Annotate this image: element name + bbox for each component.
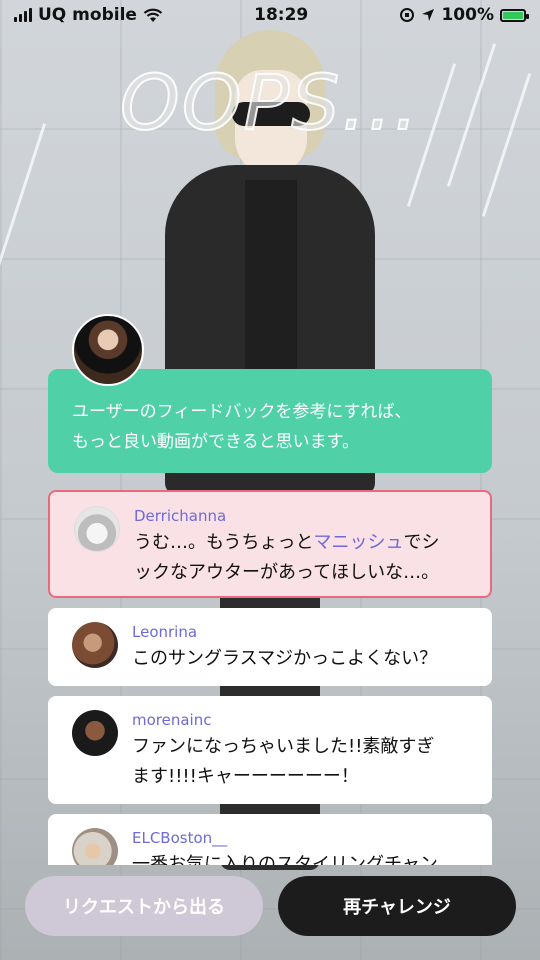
clock: 18:29 bbox=[254, 5, 309, 25]
user-avatar bbox=[74, 506, 120, 552]
comment-item: Leonrina このサングラスマジかっこよくない？ bbox=[48, 608, 492, 686]
comment-username: ELCBoston__ bbox=[132, 829, 228, 847]
location-icon bbox=[422, 9, 435, 21]
status-bar: UQ mobile 18:29 100% bbox=[0, 0, 540, 30]
comment-username: Derrichanna bbox=[134, 507, 227, 525]
retry-button[interactable]: 再チャレンジ bbox=[278, 876, 516, 936]
user-avatar bbox=[72, 710, 118, 756]
user-avatar bbox=[72, 622, 118, 668]
comment-text: 一番お気に入りのスタイリングチャン bbox=[132, 854, 438, 865]
reviewer-avatar bbox=[72, 314, 144, 386]
carrier-label: UQ mobile bbox=[38, 5, 137, 25]
wifi-icon bbox=[143, 8, 163, 22]
reviewer-message-line: ユーザーのフィードバックを参考にすれば、 bbox=[72, 402, 412, 422]
rotation-lock-icon bbox=[400, 8, 415, 22]
battery-icon bbox=[499, 8, 529, 22]
signal-icon bbox=[14, 8, 32, 22]
character-shirt bbox=[245, 180, 297, 380]
result-title: OOPS... bbox=[119, 57, 421, 148]
comment-username: Leonrina bbox=[132, 623, 198, 641]
comment-item: ELCBoston__ 一番お気に入りのスタイリングチャン bbox=[48, 814, 492, 865]
comment-list[interactable]: Derrichanna うむ…。もうちょっとマニッシュでシ ックなアウターがあっ… bbox=[48, 490, 492, 865]
comment-text: ファンになっちゃいました!!素敵すぎ ます!!!!キャーーーーーー！ bbox=[132, 736, 435, 787]
comment-item: morenainc ファンになっちゃいました!!素敵すぎ ます!!!!キャーーー… bbox=[48, 696, 492, 804]
comment-item: Derrichanna うむ…。もうちょっとマニッシュでシ ックなアウターがあっ… bbox=[48, 490, 492, 598]
comment-username: morenainc bbox=[132, 711, 212, 729]
comment-text: このサングラスマジかっこよくない？ bbox=[132, 648, 438, 669]
reviewer-message-line: もっと良い動画ができると思います。 bbox=[72, 432, 359, 452]
highlight-keyword: マニッシュ bbox=[313, 532, 404, 553]
leave-request-button[interactable]: リクエストから出る bbox=[25, 876, 263, 936]
comment-text: うむ…。もうちょっとマニッシュでシ ックなアウターがあってほしいな…。 bbox=[134, 532, 440, 583]
user-avatar bbox=[72, 828, 118, 865]
battery-percent: 100% bbox=[441, 5, 494, 25]
